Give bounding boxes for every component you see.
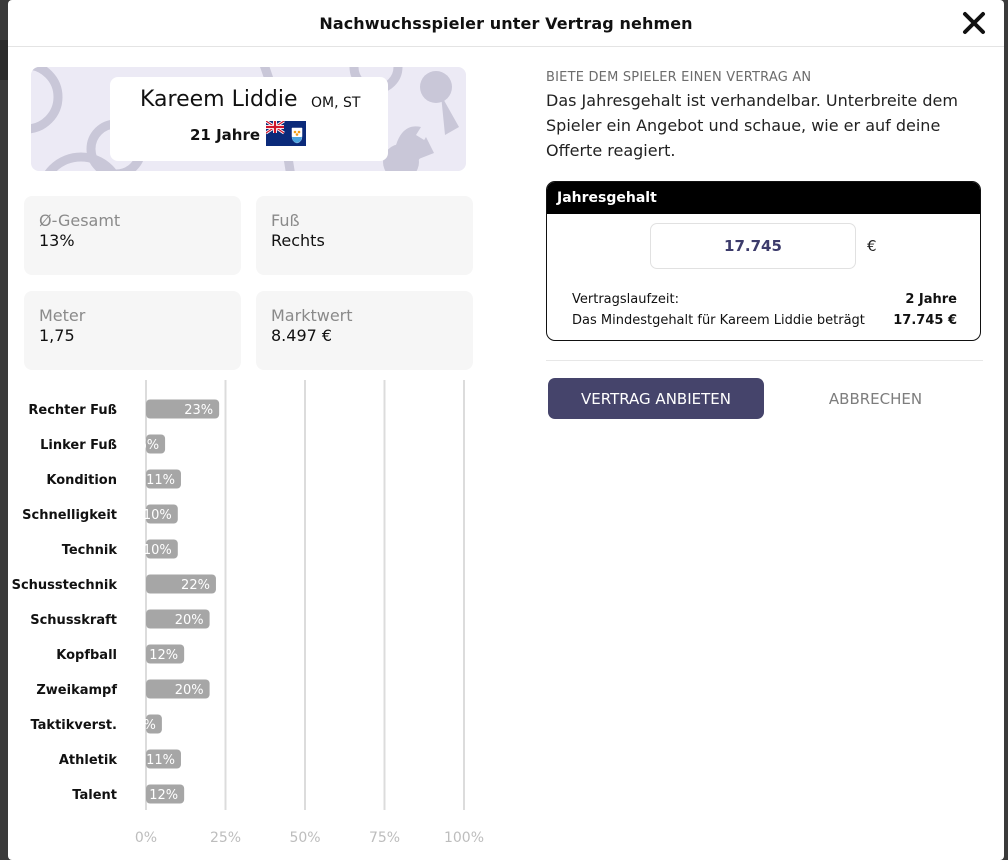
- x-tick-label: 0%: [135, 830, 157, 846]
- x-tick-label: 25%: [210, 830, 241, 846]
- bar-value-label: 20%: [175, 683, 204, 698]
- bar-value-label: 5%: [135, 718, 156, 733]
- category-label: Kondition: [46, 473, 117, 488]
- duration-value: 2 Jahre: [905, 292, 957, 307]
- player-card: Kareem Liddie OM, ST 21 Jahre: [31, 67, 466, 171]
- stat-value: 13%: [39, 231, 75, 250]
- bar-value-label: 6%: [138, 438, 159, 453]
- min-salary-label: Das Mindestgehalt für Kareem Liddie betr…: [572, 313, 865, 328]
- bar-value-label: 11%: [146, 753, 175, 768]
- stat-value: Rechts: [271, 231, 325, 250]
- stat-label: Meter: [39, 306, 86, 325]
- stat-box-market-value: Marktwert 8.497 €: [256, 291, 473, 370]
- category-label: Schusskraft: [30, 613, 117, 628]
- salary-input[interactable]: [650, 223, 856, 269]
- bar-value-label: 12%: [149, 648, 178, 663]
- stat-value: 8.497 €: [271, 326, 333, 345]
- offer-description: Das Jahresgehalt ist verhandelbar. Unter…: [546, 91, 958, 160]
- stat-label: Fuß: [271, 211, 300, 230]
- modal-header: Nachwuchsspieler unter Vertrag nehmen: [8, 0, 1004, 47]
- stat-value: 1,75: [39, 326, 75, 345]
- x-tick-label: 100%: [444, 830, 484, 846]
- cancel-button[interactable]: ABBRECHEN: [808, 378, 943, 419]
- anguilla-flag-icon: [266, 121, 306, 146]
- category-label: Kopfball: [56, 648, 117, 663]
- modal-title: Nachwuchsspieler unter Vertrag nehmen: [319, 13, 693, 33]
- x-tick-label: 50%: [289, 830, 320, 846]
- bar-value-label: 22%: [181, 578, 210, 593]
- bar-value-label: 11%: [146, 473, 175, 488]
- stat-box-height: Meter 1,75: [24, 291, 241, 370]
- close-button[interactable]: [962, 11, 986, 35]
- backdrop: [0, 40, 8, 80]
- stat-label: Ø-Gesamt: [39, 211, 121, 230]
- contract-modal: Nachwuchsspieler unter Vertrag nehmen Ka…: [8, 0, 1004, 860]
- salary-header: Jahresgehalt: [547, 182, 980, 214]
- x-tick-label: 75%: [369, 830, 400, 846]
- bar-value-label: 10%: [143, 508, 172, 523]
- offer-contract-button[interactable]: VERTRAG ANBIETEN: [548, 378, 764, 419]
- category-label: Taktikverst.: [30, 718, 117, 733]
- category-label: Technik: [62, 543, 118, 558]
- category-label: Zweikampf: [36, 683, 117, 698]
- bar-value-label: 10%: [143, 543, 172, 558]
- category-label: Rechter Fuß: [28, 403, 117, 418]
- player-name-box: Kareem Liddie OM, ST 21 Jahre: [110, 77, 388, 161]
- player-name: Kareem Liddie: [140, 87, 298, 112]
- min-salary-value: 17.745 €: [893, 313, 957, 328]
- offer-heading: BIETE DEM SPIELER EINEN VERTRAG AN: [546, 70, 812, 85]
- player-positions: OM, ST: [311, 95, 361, 111]
- stat-box-foot: Fuß Rechts: [256, 196, 473, 275]
- close-icon: [963, 12, 985, 34]
- minimum-salary-row: Das Mindestgehalt für Kareem Liddie betr…: [572, 313, 957, 328]
- category-label: Athletik: [59, 753, 117, 768]
- currency-symbol: €: [867, 237, 877, 255]
- category-label: Talent: [72, 788, 117, 803]
- category-label: Schnelligkeit: [22, 508, 117, 523]
- skill-bar-chart: 0% 25% 50% 75% 100% Rechter Fuß 23% Linker Fuß 6…: [12, 380, 484, 846]
- category-label: Linker Fuß: [40, 438, 117, 453]
- player-age: 21 Jahre: [190, 126, 261, 144]
- bar-value-label: 23%: [184, 403, 213, 418]
- bar-value-label: 12%: [149, 788, 178, 803]
- contract-duration-row: Vertragslaufzeit: 2 Jahre: [572, 292, 957, 307]
- bar-value-label: 20%: [175, 613, 204, 628]
- divider: [546, 360, 983, 361]
- category-label: Schusstechnik: [12, 578, 118, 593]
- stat-label: Marktwert: [271, 306, 353, 325]
- duration-label: Vertragslaufzeit:: [572, 292, 679, 307]
- stat-box-overall: Ø-Gesamt 13%: [24, 196, 241, 275]
- salary-panel: Jahresgehalt € Vertragslaufzeit: 2 Jahre…: [546, 181, 981, 341]
